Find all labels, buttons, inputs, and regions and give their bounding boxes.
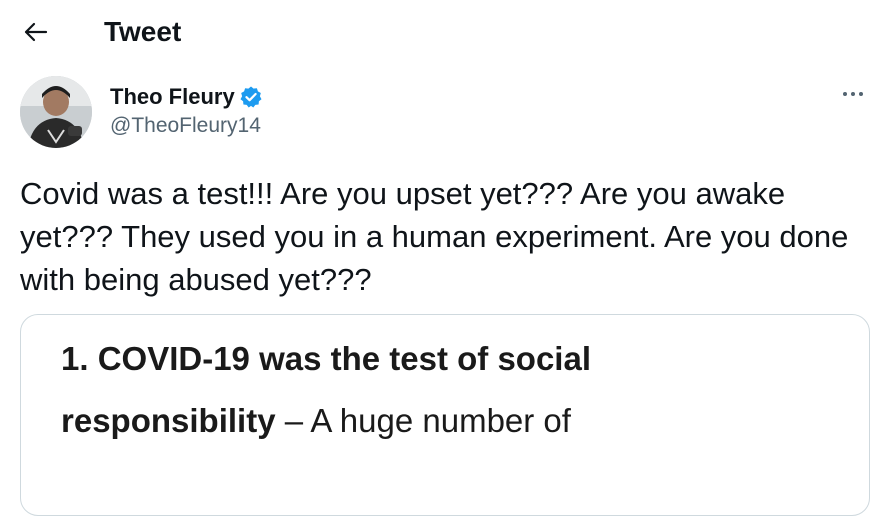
display-name[interactable]: Theo Fleury — [110, 84, 235, 110]
tweet-media-image[interactable]: 1. COVID-19 was the test of social respo… — [20, 314, 870, 516]
profile-photo — [20, 76, 92, 148]
arrow-left-icon — [24, 22, 48, 42]
media-text-line-1: 1. COVID-19 was the test of social — [61, 340, 591, 377]
more-dots-icon — [843, 92, 863, 96]
user-handle[interactable]: @TheoFleury14 — [110, 112, 263, 140]
avatar[interactable] — [20, 76, 92, 148]
back-button[interactable] — [20, 18, 52, 46]
tweet-author: Theo Fleury @TheoFleury14 — [110, 84, 263, 140]
verified-badge-icon — [240, 86, 262, 108]
page-title: Tweet — [104, 16, 182, 47]
top-bar: Tweet — [0, 0, 876, 64]
media-text-rest: – A huge number of — [275, 402, 571, 439]
name-row: Theo Fleury — [110, 84, 263, 110]
tweet-text: Covid was a test!!! Are you upset yet???… — [20, 176, 849, 297]
more-options-button[interactable] — [838, 84, 868, 104]
media-text-line-2: responsibility – A huge number of — [61, 399, 571, 443]
media-text-bold: responsibility — [61, 402, 276, 439]
